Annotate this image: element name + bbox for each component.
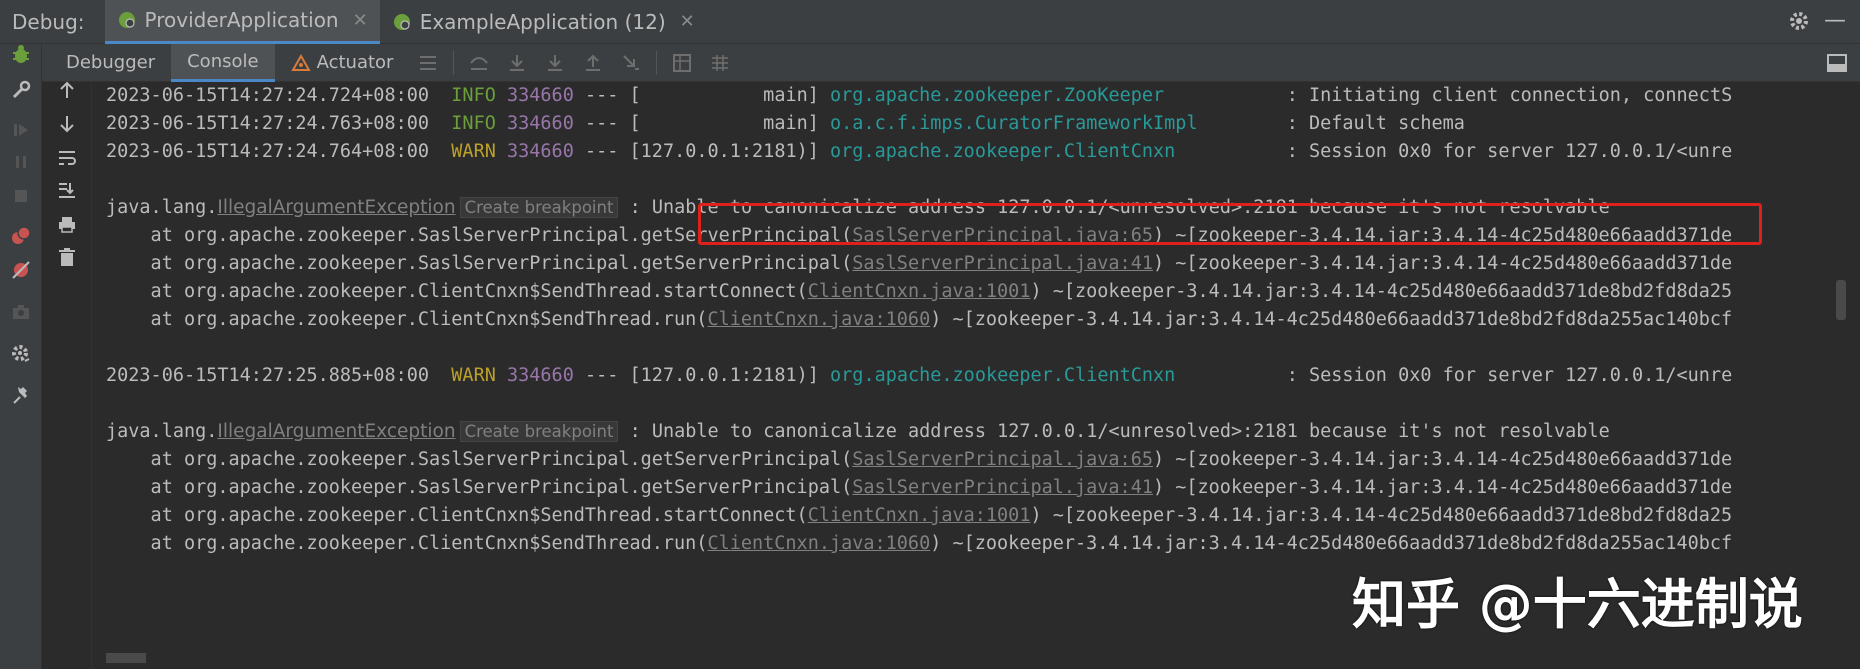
create-breakpoint-button[interactable]: Create breakpoint: [459, 197, 619, 218]
source-link[interactable]: ClientCnxn.java:1060: [707, 309, 930, 330]
mute-breakpoints-icon[interactable]: [9, 258, 33, 282]
tab-label: Console: [187, 50, 259, 72]
spring-run-icon: [118, 12, 135, 28]
stack-line: at org.apache.zookeeper.ClientCnxn$SendT…: [106, 505, 1733, 526]
tab-label: Actuator: [316, 52, 394, 73]
step-out-icon[interactable]: [579, 49, 607, 77]
view-breakpoints-icon[interactable]: [9, 224, 33, 248]
debug-label: Debug:: [12, 9, 85, 34]
stack-line: at org.apache.zookeeper.SaslServerPrinci…: [106, 477, 1733, 498]
resume-icon[interactable]: [9, 118, 33, 142]
debug-bug-icon[interactable]: [9, 42, 33, 66]
step-into-icon[interactable]: [503, 49, 531, 77]
pin-icon[interactable]: [9, 384, 33, 408]
source-link[interactable]: SaslServerPrincipal.java:41: [852, 477, 1153, 498]
debug-toolbar: Debugger Console Actuator: [0, 43, 1860, 82]
exception-link[interactable]: IllegalArgumentException: [217, 197, 455, 218]
tab-actuator[interactable]: Actuator: [275, 44, 410, 82]
tab-label: ExampleApplication (12): [419, 9, 666, 34]
evaluate-expression-icon[interactable]: [668, 49, 696, 77]
tab-console[interactable]: Console: [171, 43, 275, 82]
stack-line: at org.apache.zookeeper.SaslServerPrinci…: [106, 225, 1733, 246]
trace-icon[interactable]: [706, 49, 734, 77]
create-breakpoint-button[interactable]: Create breakpoint: [459, 421, 619, 442]
arrow-up-icon[interactable]: [55, 78, 79, 102]
tab-provider-application[interactable]: ProviderApplication ✕: [104, 0, 380, 44]
close-icon[interactable]: ✕: [353, 10, 368, 31]
source-link[interactable]: SaslServerPrincipal.java:65: [852, 449, 1153, 470]
log-line: 2023-06-15T14:27:24.724+08:00 INFO 33466…: [106, 85, 1733, 106]
scroll-to-end-icon[interactable]: [55, 178, 79, 202]
stack-line: at org.apache.zookeeper.SaslServerPrinci…: [106, 449, 1733, 470]
print-icon[interactable]: [55, 212, 79, 236]
stack-line: at org.apache.zookeeper.SaslServerPrinci…: [106, 253, 1733, 274]
source-link[interactable]: ClientCnxn.java:1001: [808, 281, 1031, 302]
layout-icon[interactable]: [1826, 52, 1848, 74]
trash-icon[interactable]: [55, 246, 79, 270]
exception-line: java.lang.IllegalArgumentException Create…: [106, 197, 1610, 218]
wrench-icon[interactable]: [9, 78, 33, 102]
tab-label: Debugger: [66, 52, 156, 73]
debug-actions-strip: [0, 44, 42, 669]
spring-run-icon: [393, 13, 410, 30]
step-over-icon[interactable]: [465, 49, 493, 77]
source-link[interactable]: SaslServerPrincipal.java:41: [852, 253, 1153, 274]
watermark: 知乎 @十六进制说: [1352, 573, 1803, 636]
pause-icon[interactable]: [9, 150, 33, 174]
stack-line: at org.apache.zookeeper.ClientCnxn$SendT…: [106, 533, 1733, 554]
source-link[interactable]: SaslServerPrincipal.java:65: [852, 225, 1153, 246]
settings-icon[interactable]: [9, 342, 33, 366]
log-line: 2023-06-15T14:27:24.764+08:00 WARN 33466…: [106, 141, 1733, 162]
console-actions-strip: [42, 81, 92, 669]
arrow-down-icon[interactable]: [55, 112, 79, 136]
force-step-into-icon[interactable]: [541, 49, 569, 77]
exception-link[interactable]: IllegalArgumentException: [217, 421, 455, 442]
source-link[interactable]: ClientCnxn.java:1001: [808, 505, 1031, 526]
stack-line: at org.apache.zookeeper.ClientCnxn$SendT…: [106, 281, 1733, 302]
debug-tool-window-header: Debug: ProviderApplication ✕ ExampleAppl…: [0, 0, 1860, 44]
threads-icon[interactable]: [414, 49, 442, 77]
tab-example-application[interactable]: ExampleApplication (12) ✕: [380, 0, 707, 44]
run-to-cursor-icon[interactable]: [617, 49, 645, 77]
tab-debugger[interactable]: Debugger: [50, 44, 171, 82]
minimize-icon[interactable]: —: [1824, 8, 1846, 33]
camera-icon[interactable]: [9, 300, 33, 324]
source-link[interactable]: ClientCnxn.java:1060: [707, 533, 930, 554]
gear-icon[interactable]: [1788, 10, 1810, 32]
vertical-scrollbar[interactable]: [1836, 280, 1846, 320]
highlighted-message: Unable to canonicalize address 127.0.0.1…: [651, 197, 1610, 218]
stack-line: at org.apache.zookeeper.ClientCnxn$SendT…: [106, 309, 1733, 330]
close-icon[interactable]: ✕: [680, 11, 695, 32]
log-line: 2023-06-15T14:27:24.763+08:00 INFO 33466…: [106, 113, 1465, 134]
exception-line: java.lang.IllegalArgumentException Create…: [106, 421, 1610, 442]
tab-label: ProviderApplication: [144, 8, 339, 32]
horizontal-scrollbar[interactable]: [106, 653, 146, 663]
soft-wrap-icon[interactable]: [55, 146, 79, 170]
actuator-icon: [290, 53, 311, 71]
stop-icon[interactable]: [9, 184, 33, 208]
log-line: 2023-06-15T14:27:25.885+08:00 WARN 33466…: [106, 365, 1733, 386]
